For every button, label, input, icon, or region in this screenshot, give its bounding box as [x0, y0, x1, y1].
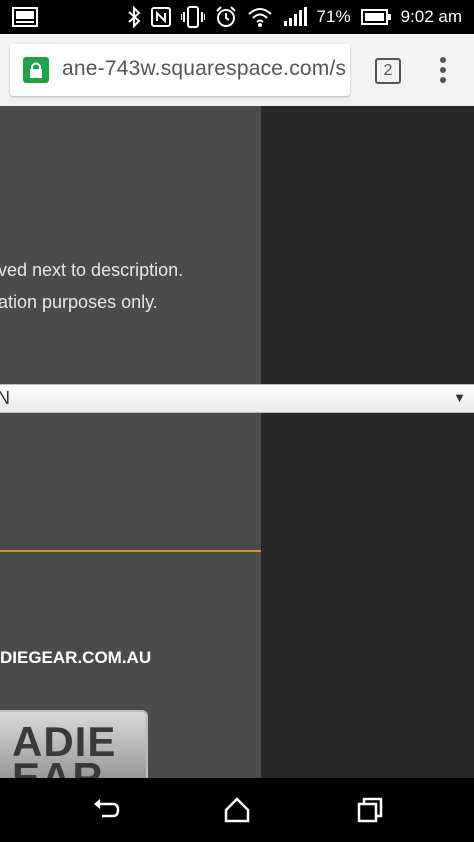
site-url-text[interactable]: DIEGEAR.COM.AU [0, 648, 151, 668]
web-page: ved next to description. ation purposes … [0, 106, 474, 794]
alarm-icon [215, 6, 236, 27]
clock: 9:02 am [400, 7, 462, 26]
battery-icon [360, 9, 391, 25]
status-bar-right: 71% 9:02 am [127, 0, 462, 34]
image-icon [12, 7, 38, 27]
home-icon[interactable] [223, 796, 251, 824]
description-line: ation purposes only. [0, 292, 158, 312]
address-bar[interactable]: ane-743w.squarespace.com/s [10, 44, 350, 96]
option-select[interactable]: N ▼ [0, 384, 474, 413]
browser-toolbar: ane-743w.squarespace.com/s 2 [0, 34, 474, 107]
url-text[interactable]: ane-743w.squarespace.com/s [62, 57, 346, 81]
side-column [261, 106, 474, 778]
signal-icon [283, 7, 307, 26]
select-value: N [0, 388, 10, 408]
wifi-icon [247, 8, 272, 27]
dropdown-arrow-icon[interactable]: ▼ [453, 390, 466, 405]
status-bar: 71% 9:02 am [0, 0, 474, 34]
vibrate-icon [180, 6, 205, 28]
main-column: ved next to description. ation purposes … [0, 106, 261, 794]
tab-switcher-button[interactable]: 2 [375, 58, 401, 84]
bluetooth-icon [127, 6, 140, 28]
back-icon[interactable] [92, 796, 120, 824]
recents-icon[interactable] [356, 796, 384, 824]
lock-icon[interactable] [23, 57, 49, 83]
divider [0, 550, 261, 552]
navigation-bar [0, 778, 474, 842]
nfc-icon [150, 7, 171, 27]
more-vert-icon[interactable] [436, 56, 450, 84]
battery-percent: 71% [316, 7, 351, 26]
status-bar-left [12, 0, 38, 34]
description-line: ved next to description. [0, 260, 184, 280]
